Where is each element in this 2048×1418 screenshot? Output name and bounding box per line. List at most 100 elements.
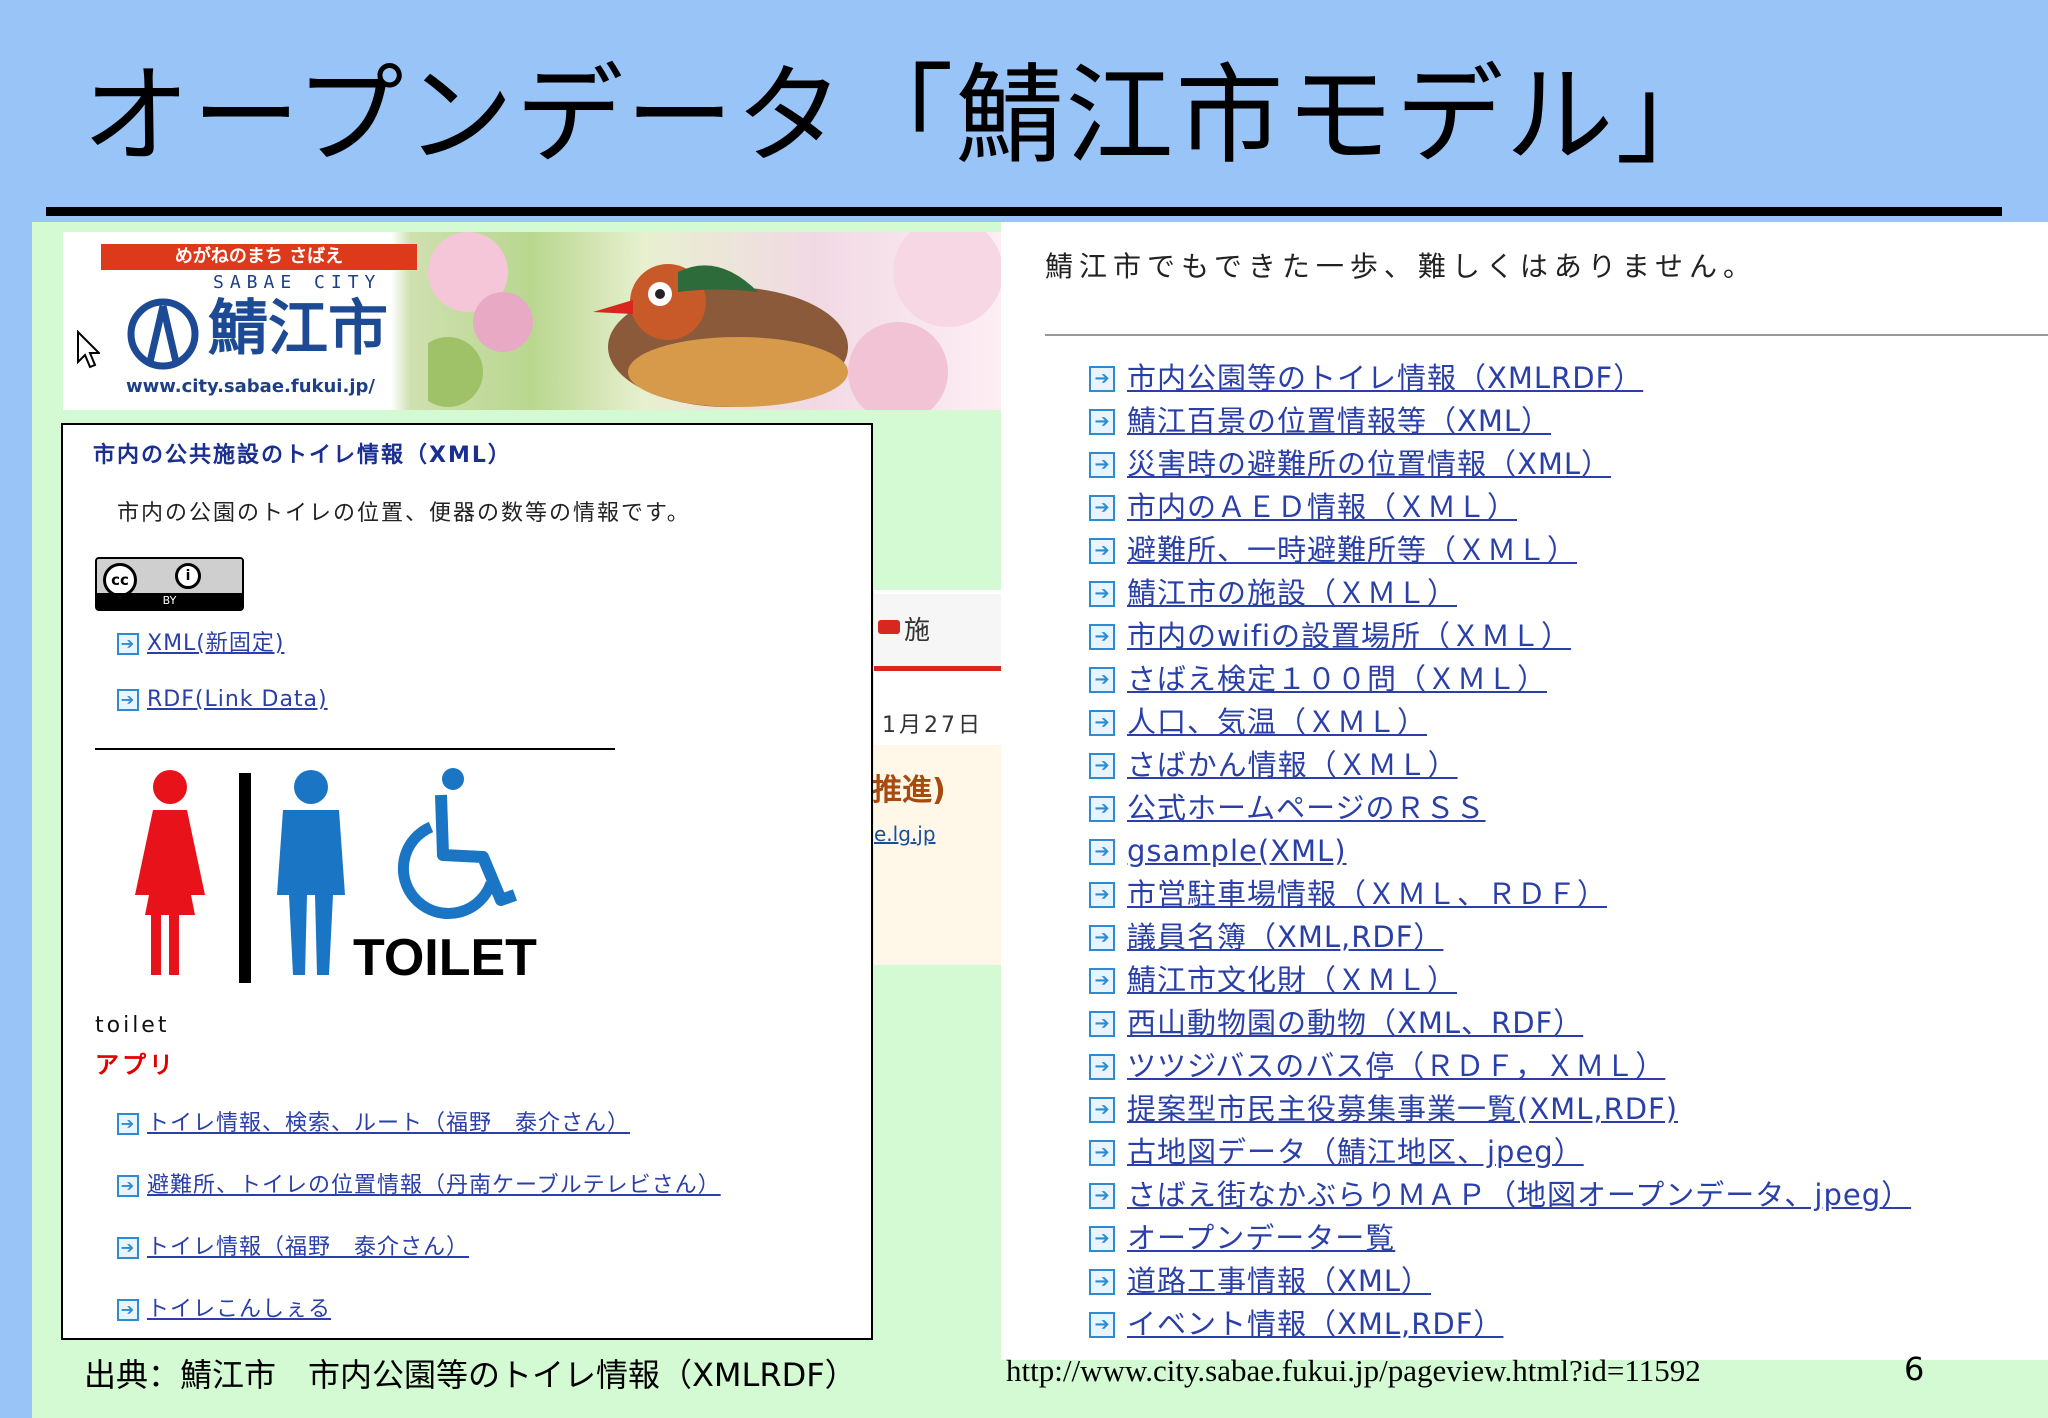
link-label: gsample(XML): [1127, 834, 1347, 868]
slide-title: オープンデータ「鯖江市モデル」: [82, 54, 1726, 179]
open-data-link[interactable]: ➔ 人口、気温（ＸＭＬ）: [1089, 700, 1911, 743]
open-data-link[interactable]: ➔ 提案型市民主役募集事業一覧(XML,RDF): [1089, 1087, 1911, 1130]
link-arrow-icon: ➔: [1089, 1311, 1115, 1338]
open-data-link[interactable]: ➔ 議員名簿（XML,RDF）: [1089, 915, 1911, 958]
open-data-link[interactable]: ➔ 市内のwifiの設置場所（ＸＭＬ）: [1089, 614, 1911, 657]
cc-license-badge[interactable]: cc i BY: [95, 557, 244, 611]
link-arrow-icon: ➔: [1089, 1182, 1115, 1209]
link-label: 鯖江市文化財（ＸＭＬ）: [1127, 963, 1458, 997]
city-banner: めがねのまち さばえ SABAE CITY 鯖江市 www.city.sabae…: [63, 232, 1001, 410]
open-data-link[interactable]: ➔ イベント情報（XML,RDF）: [1089, 1302, 1911, 1345]
open-data-link[interactable]: ➔ 道路工事情報（XML）: [1089, 1259, 1911, 1302]
link-label: 議員名簿（XML,RDF）: [1127, 920, 1444, 954]
background-date: 1月27日: [882, 713, 983, 738]
download-link-xml[interactable]: ➔ XML(新固定): [117, 625, 284, 657]
link-arrow-icon: ➔: [1089, 666, 1115, 693]
open-data-link[interactable]: ➔ gsample(XML): [1089, 829, 1911, 872]
link-label: 市営駐車場情報（ＸＭＬ、ＲＤＦ）: [1127, 877, 1608, 911]
link-arrow-icon: ➔: [117, 689, 139, 711]
title-divider: [46, 207, 2002, 216]
link-arrow-icon: ➔: [1089, 1053, 1115, 1080]
link-arrow-icon: ➔: [1089, 924, 1115, 951]
open-data-link[interactable]: ➔ ツツジバスのバス停（ＲＤＦ，ＸＭＬ）: [1089, 1044, 1911, 1087]
background-heading: 推進): [872, 773, 946, 808]
link-arrow-icon: ➔: [1089, 365, 1115, 392]
panel-divider: [95, 748, 615, 750]
open-data-link[interactable]: ➔ 避難所、一時避難所等（ＸＭＬ）: [1089, 528, 1911, 571]
banner-romaji: SABAE CITY: [213, 272, 382, 293]
mandarin-duck-image: [428, 232, 1001, 410]
download-link-rdf[interactable]: ➔ RDF(Link Data): [117, 687, 328, 712]
link-arrow-icon: ➔: [117, 1113, 139, 1135]
open-data-link[interactable]: ➔ 市内のＡＥＤ情報（ＸＭＬ）: [1089, 485, 1911, 528]
attribution-icon: i: [175, 563, 201, 589]
link-arrow-icon: ➔: [117, 633, 139, 655]
background-link[interactable]: e.lg.jp: [874, 822, 936, 846]
app-link[interactable]: ➔ 避難所、トイレの位置情報（丹南ケーブルテレビさん）: [117, 1167, 721, 1199]
app-link[interactable]: ➔ トイレ情報（福野 泰介さん）: [117, 1229, 469, 1261]
link-label: 市内公園等のトイレ情報（XMLRDF）: [1127, 361, 1644, 395]
open-data-link[interactable]: ➔ さばかん情報（ＸＭＬ）: [1089, 743, 1911, 786]
open-data-link[interactable]: ➔ さばえ街なかぶらりＭＡＰ（地図オープンデータ、jpeg）: [1089, 1173, 1911, 1216]
link-arrow-icon: ➔: [1089, 1268, 1115, 1295]
link-panel-divider: [1045, 334, 2048, 336]
banner-tagline: めがねのまち さばえ: [101, 244, 417, 270]
link-label: 人口、気温（ＸＭＬ）: [1127, 705, 1428, 739]
link-arrow-icon: ➔: [1089, 580, 1115, 607]
open-data-link[interactable]: ➔ さばえ検定１００問（ＸＭＬ）: [1089, 657, 1911, 700]
background-tab-label[interactable]: 施: [904, 610, 930, 647]
link-arrow-icon: ➔: [1089, 838, 1115, 865]
mouse-cursor-icon: [77, 330, 100, 369]
link-label: 市内のＡＥＤ情報（ＸＭＬ）: [1127, 490, 1518, 524]
license-label: BY: [97, 593, 242, 609]
tab-icon: [878, 620, 900, 634]
open-data-link-list: ➔ 市内公園等のトイレ情報（XMLRDF） ➔ 鯖江百景の位置情報等（XML） ➔ 災…: [1089, 356, 1911, 1345]
link-arrow-icon: ➔: [1089, 1139, 1115, 1166]
link-label: 道路工事情報（XML）: [1127, 1264, 1432, 1298]
link-label: RDF(Link Data): [147, 687, 328, 712]
link-arrow-icon: ➔: [1089, 1096, 1115, 1123]
link-label: 市内のwifiの設置場所（ＸＭＬ）: [1127, 619, 1572, 653]
link-label: XML(新固定): [147, 631, 285, 656]
open-data-link[interactable]: ➔ 古地図データ（鯖江地区、jpeg）: [1089, 1130, 1911, 1173]
open-data-link[interactable]: ➔ 鯖江市の施設（ＸＭＬ）: [1089, 571, 1911, 614]
link-label: さばえ検定１００問（ＸＭＬ）: [1127, 662, 1548, 696]
link-label: 鯖江百景の位置情報等（XML）: [1127, 404, 1552, 438]
open-data-link[interactable]: ➔ 市内公園等のトイレ情報（XMLRDF）: [1089, 356, 1911, 399]
page-number: 6: [1904, 1350, 1925, 1388]
link-arrow-icon: ➔: [1089, 623, 1115, 650]
open-data-link[interactable]: ➔ 鯖江市文化財（ＸＭＬ）: [1089, 958, 1911, 1001]
link-label: トイレこんしぇる: [147, 1297, 332, 1322]
link-label: 避難所、トイレの位置情報（丹南ケーブルテレビさん）: [147, 1173, 721, 1198]
panel-description: 市内の公園のトイレの位置、便器の数等の情報です。: [117, 501, 691, 526]
link-label: 公式ホームページのＲＳＳ: [1127, 791, 1486, 825]
link-label: さばえ街なかぶらりＭＡＰ（地図オープンデータ、jpeg）: [1127, 1178, 1912, 1212]
apps-heading: アプリ: [95, 1051, 176, 1079]
app-link[interactable]: ➔ トイレこんしぇる: [117, 1291, 331, 1323]
link-label: オープンデーター覧: [1127, 1221, 1396, 1255]
link-label: 鯖江市の施設（ＸＭＬ）: [1127, 576, 1458, 610]
link-label: 災害時の避難所の位置情報（XML）: [1127, 447, 1612, 481]
banner-city-url[interactable]: www.city.sabae.fukui.jp/: [126, 376, 375, 397]
open-data-link-panel: 鯖江市でもできた一歩、難しくはありません。 ➔ 市内公園等のトイレ情報（XMLRD…: [1001, 222, 2048, 1360]
banner-city-name: 鯖江市: [208, 294, 388, 364]
open-data-link[interactable]: ➔ オープンデーター覧: [1089, 1216, 1911, 1259]
link-arrow-icon: ➔: [117, 1237, 139, 1259]
link-label: 提案型市民主役募集事業一覧(XML,RDF): [1127, 1092, 1679, 1126]
link-arrow-icon: ➔: [1089, 408, 1115, 435]
link-arrow-icon: ➔: [1089, 795, 1115, 822]
cc-icon: cc: [103, 563, 137, 597]
link-arrow-icon: ➔: [1089, 1225, 1115, 1252]
source-citation: 出典：鯖江市 市内公園等のトイレ情報（XMLRDF）: [84, 1356, 857, 1394]
open-data-link[interactable]: ➔ 西山動物園の動物（XML、RDF）: [1089, 1001, 1911, 1044]
link-label: イベント情報（XML,RDF）: [1127, 1307, 1504, 1341]
open-data-link[interactable]: ➔ 災害時の避難所の位置情報（XML）: [1089, 442, 1911, 485]
app-link[interactable]: ➔ トイレ情報、検索、ルート（福野 泰介さん）: [117, 1105, 630, 1137]
open-data-link[interactable]: ➔ 公式ホームページのＲＳＳ: [1089, 786, 1911, 829]
open-data-link[interactable]: ➔ 鯖江百景の位置情報等（XML）: [1089, 399, 1911, 442]
open-data-link[interactable]: ➔ 市営駐車場情報（ＸＭＬ、ＲＤＦ）: [1089, 872, 1911, 915]
toilet-sign-icon: TOILET: [135, 768, 537, 987]
panel-title: 市内の公共施設のトイレ情報（XML）: [93, 443, 512, 468]
link-arrow-icon: ➔: [1089, 967, 1115, 994]
slide: オープンデータ「鯖江市モデル」 施 1月27日 推進) e.lg.jp めがねの…: [0, 0, 2048, 1418]
